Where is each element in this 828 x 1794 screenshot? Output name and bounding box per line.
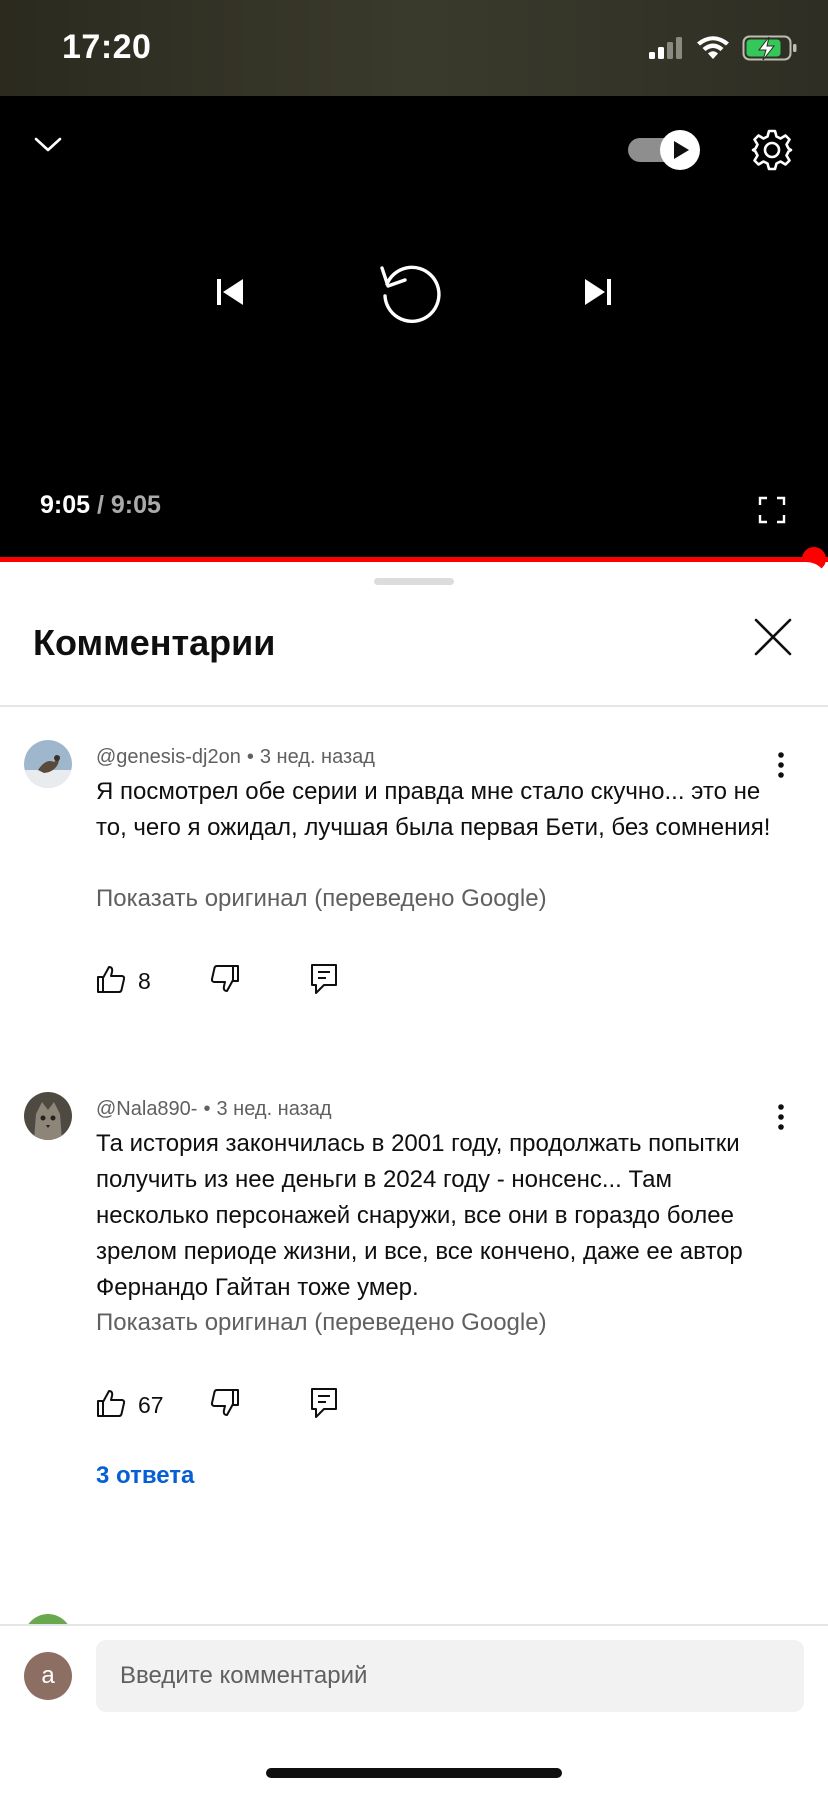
- divider: [0, 705, 828, 707]
- chevron-down-icon[interactable]: [28, 124, 68, 164]
- comment-actions: 8: [96, 964, 337, 999]
- thumbs-down-icon: [210, 1388, 240, 1423]
- comment-text: Та история закончилась в 2001 году, прод…: [96, 1130, 743, 1301]
- like-button[interactable]: 8: [96, 964, 151, 999]
- reply-icon: [310, 1387, 338, 1424]
- fullscreen-icon[interactable]: [752, 490, 792, 530]
- status-bar: 17:20: [0, 0, 828, 96]
- thumbs-up-icon: [96, 964, 126, 999]
- dislike-button[interactable]: [210, 1388, 240, 1423]
- like-count: 8: [138, 968, 151, 994]
- comment-meta: @Nala890- • 3 нед. назад: [96, 1098, 332, 1121]
- close-icon[interactable]: [748, 612, 798, 662]
- comment-input-bar: a: [0, 1624, 828, 1794]
- show-original-link[interactable]: Показать оригинал (переведено Google): [96, 1309, 547, 1337]
- comment-age: 3 нед. назад: [259, 746, 375, 768]
- meta-dot: •: [203, 1098, 211, 1120]
- thumbs-up-icon: [96, 1388, 126, 1423]
- home-indicator[interactable]: [266, 1768, 562, 1778]
- drag-handle[interactable]: [374, 578, 454, 585]
- comment-author[interactable]: @genesis-dj2on: [96, 746, 241, 768]
- cellular-signal-icon: [648, 36, 684, 65]
- status-time: 17:20: [62, 28, 152, 66]
- comment-author[interactable]: @Nala890-: [96, 1098, 197, 1120]
- status-icons: [648, 34, 798, 67]
- video-player[interactable]: 9:05 / 9:05: [0, 96, 828, 571]
- time-separator: /: [97, 491, 104, 519]
- battery-charging-icon: [742, 34, 798, 67]
- comments-panel: Комментарии @genesis-dj2on • 3 нед. назад …: [0, 562, 828, 1792]
- comment-input[interactable]: [96, 1640, 804, 1712]
- video-duration: 9:05: [110, 491, 161, 519]
- autoplay-toggle[interactable]: [626, 126, 702, 174]
- thumbs-down-icon: [210, 964, 240, 999]
- replay-icon[interactable]: [368, 248, 456, 336]
- reply-icon: [310, 963, 338, 1000]
- time-display: 9:05 / 9:05: [40, 491, 161, 520]
- show-original-link[interactable]: Показать оригинал (переведено Google): [96, 885, 547, 913]
- avatar[interactable]: [24, 1092, 72, 1140]
- meta-dot: •: [246, 746, 254, 768]
- reply-button[interactable]: [310, 963, 338, 1000]
- view-replies-link[interactable]: 3 ответа: [96, 1462, 194, 1490]
- reply-button[interactable]: [310, 1387, 338, 1424]
- gear-icon[interactable]: [746, 124, 798, 176]
- skip-previous-icon[interactable]: [200, 262, 260, 322]
- wifi-icon: [696, 35, 730, 66]
- skip-next-icon[interactable]: [568, 262, 628, 322]
- comment-actions: 67: [96, 1388, 337, 1423]
- comment-meta: @genesis-dj2on • 3 нед. назад: [96, 746, 375, 769]
- user-avatar[interactable]: a: [24, 1652, 72, 1700]
- dislike-button[interactable]: [210, 964, 240, 999]
- comments-title: Комментарии: [33, 622, 276, 663]
- avatar[interactable]: [24, 740, 72, 788]
- comment-text: Я посмотрел обе серии и правда мне стало…: [96, 778, 771, 841]
- like-button[interactable]: 67: [96, 1388, 164, 1423]
- like-count: 67: [138, 1392, 164, 1418]
- current-time: 9:05: [40, 491, 91, 519]
- comment-age: 3 нед. назад: [216, 1098, 332, 1120]
